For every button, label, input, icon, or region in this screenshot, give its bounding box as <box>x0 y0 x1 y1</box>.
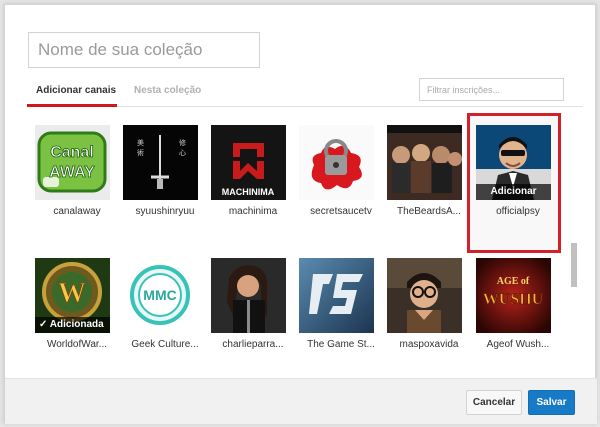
channel-thumbnail <box>299 125 374 200</box>
channel-tile-machinima[interactable]: MACHINIMA machinima <box>211 125 303 245</box>
channel-name: canalaway <box>53 206 101 217</box>
channel-thumbnail: Adicionar <box>476 125 551 200</box>
grid-scrollbar-thumb[interactable] <box>571 243 577 287</box>
channel-name: Geek Culture... <box>131 339 199 350</box>
channel-tile-thebeards[interactable]: TheBeardsA... <box>387 125 479 245</box>
tab-in-this-collection[interactable]: Nesta coleção <box>134 84 201 107</box>
svg-text:美: 美 <box>137 138 144 147</box>
svg-text:術: 術 <box>137 148 144 157</box>
channel-thumbnail: 美 術 修 心 <box>123 125 198 200</box>
channel-name: officialpsy <box>496 206 540 217</box>
channel-tile-worldofwarcraft[interactable]: W ✓ Adicionada WorldofWar... <box>35 258 127 375</box>
add-channels-dialog: Adicionar canais Nesta coleção Canal AWA… <box>4 4 597 424</box>
channel-grid: Canal AWAY canalaway 美 術 修 心 syuushinryu… <box>27 109 583 375</box>
channel-thumbnail: Canal AWAY <box>35 125 110 200</box>
channel-tile-charlieparra[interactable]: charlieparra... <box>211 258 303 375</box>
collection-name-input[interactable] <box>28 32 260 68</box>
cancel-button[interactable]: Cancelar <box>466 390 522 415</box>
channel-name: maspoxavida <box>399 339 459 350</box>
add-overlay[interactable]: Adicionar <box>476 184 551 200</box>
channel-name: charlieparra... <box>222 339 284 350</box>
channel-name: Ageof Wush... <box>486 339 550 350</box>
svg-text:AWAY: AWAY <box>49 164 95 181</box>
dialog-footer: Cancelar Salvar <box>5 378 597 424</box>
channel-thumbnail <box>211 258 286 333</box>
svg-text:WUSHU: WUSHU <box>483 291 544 308</box>
filter-subscriptions-input[interactable] <box>419 78 564 101</box>
channel-tile-thegamestation[interactable]: The Game St... <box>299 258 391 375</box>
channel-thumbnail: W ✓ Adicionada <box>35 258 110 333</box>
svg-text:Canal: Canal <box>50 144 94 161</box>
svg-text:MMC: MMC <box>143 287 176 303</box>
channel-tile-geekculture[interactable]: MMC Geek Culture... <box>123 258 215 375</box>
channel-thumbnail <box>299 258 374 333</box>
grid-scrollbar-track[interactable] <box>570 109 578 375</box>
channel-tile-canalaway[interactable]: Canal AWAY canalaway <box>35 125 127 245</box>
svg-text:W: W <box>58 278 86 309</box>
tab-add-channels[interactable]: Adicionar canais <box>27 84 117 107</box>
channel-tile-syuushinryuu[interactable]: 美 術 修 心 syuushinryuu <box>123 125 215 245</box>
svg-text:AGE of: AGE of <box>497 276 530 287</box>
channel-tile-officialpsy[interactable]: Adicionar officialpsy <box>476 125 568 245</box>
channel-name: TheBeardsA... <box>397 206 461 217</box>
svg-text:修: 修 <box>179 138 186 147</box>
svg-text:MACHINIMA: MACHINIMA <box>222 187 275 197</box>
channel-name: machinima <box>228 206 278 217</box>
channel-name: syuushinryuu <box>135 206 195 217</box>
channel-name: The Game St... <box>307 339 375 350</box>
save-button[interactable]: Salvar <box>528 390 575 415</box>
channel-thumbnail <box>387 125 462 200</box>
channel-tile-ageofwushu[interactable]: AGE of WUSHU Ageof Wush... <box>476 258 568 375</box>
channel-name: WorldofWar... <box>46 339 107 350</box>
channel-tile-secretsaucetv[interactable]: secretsaucetv <box>299 125 391 245</box>
svg-text:心: 心 <box>179 149 186 157</box>
channel-thumbnail <box>387 258 462 333</box>
channel-thumbnail: AGE of WUSHU <box>476 258 551 333</box>
channel-name: secretsaucetv <box>310 206 372 217</box>
add-overlay-label: Adicionar <box>490 186 537 197</box>
channel-thumbnail: MACHINIMA <box>211 125 286 200</box>
channel-thumbnail: MMC <box>123 258 198 333</box>
added-overlay[interactable]: ✓ Adicionada <box>35 317 110 333</box>
added-overlay-label: ✓ Adicionada <box>39 319 104 330</box>
channel-tile-maspoxavida[interactable]: maspoxavida <box>387 258 479 375</box>
